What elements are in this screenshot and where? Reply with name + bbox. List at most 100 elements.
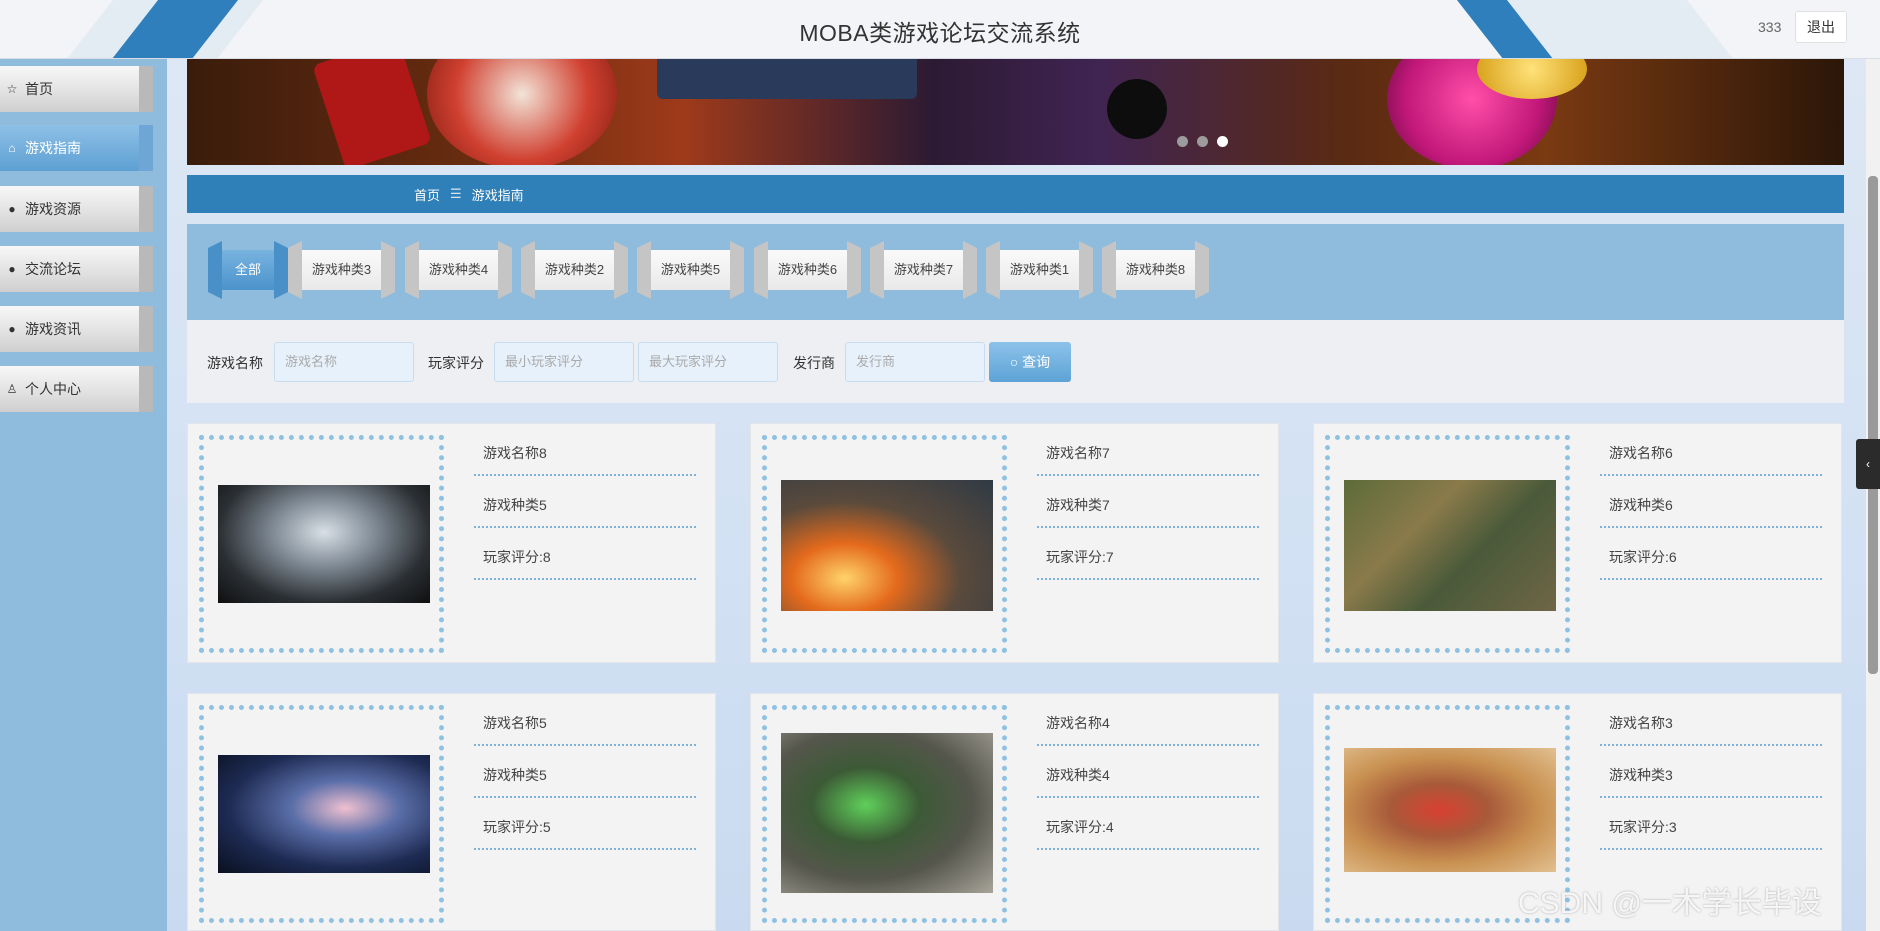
sidebar-item-label: 游戏资讯 <box>25 321 81 337</box>
card-image-frame <box>762 435 1007 653</box>
max-rating-input[interactable]: 最大玩家评分 <box>638 342 778 382</box>
search-button[interactable]: ○ 查询 <box>989 342 1071 382</box>
breadcrumb: 首页 ☰ 游戏指南 <box>187 175 1844 213</box>
game-name: 游戏名称8 <box>474 424 696 476</box>
card-image-frame <box>1325 435 1570 653</box>
sidebar-item-game-news[interactable]: ● 游戏资讯 <box>0 306 153 352</box>
game-name-label: 游戏名称 <box>207 355 263 371</box>
tab-category[interactable]: 游戏种类4 <box>405 241 512 299</box>
tab-label: 游戏种类1 <box>1000 250 1079 290</box>
bag-icon: ⌂ <box>8 141 16 155</box>
tab-label: 游戏种类6 <box>768 250 847 290</box>
game-rating: 玩家评分:8 <box>474 528 696 580</box>
tab-category[interactable]: 游戏种类1 <box>986 241 1093 299</box>
tab-category[interactable]: 游戏种类2 <box>521 241 628 299</box>
publisher-input[interactable]: 发行商 <box>845 342 985 382</box>
game-image[interactable] <box>218 755 430 873</box>
collapse-toggle-button[interactable]: ‹ <box>1856 439 1880 489</box>
game-category: 游戏种类6 <box>1600 476 1822 528</box>
game-card[interactable]: 游戏名称6 游戏种类6 玩家评分:6 <box>1313 423 1842 663</box>
game-name: 游戏名称7 <box>1037 424 1259 476</box>
search-button-label: 查询 <box>1022 354 1051 370</box>
sidebar-item-home[interactable]: ☆ 首页 <box>0 66 153 112</box>
game-card[interactable]: 游戏名称4 游戏种类4 玩家评分:4 <box>750 693 1279 931</box>
game-card[interactable]: 游戏名称5 游戏种类5 玩家评分:5 <box>187 693 716 931</box>
rating-label: 玩家评分 <box>428 355 484 371</box>
game-image[interactable] <box>1344 480 1556 611</box>
carousel-dot-active[interactable] <box>1217 136 1228 147</box>
sidebar-item-label: 首页 <box>25 81 53 97</box>
banner-carousel[interactable] <box>187 59 1844 165</box>
tab-category[interactable]: 游戏种类8 <box>1102 241 1209 299</box>
tab-label: 游戏种类2 <box>535 250 614 290</box>
exclamation-icon: ● <box>8 202 16 216</box>
sidebar-item-personal-center[interactable]: ♙ 个人中心 <box>0 366 153 412</box>
top-header: MOBA类游戏论坛交流系统 333 退出 <box>0 0 1880 59</box>
game-image[interactable] <box>781 733 993 893</box>
min-rating-input[interactable]: 最小玩家评分 <box>494 342 634 382</box>
category-tabs: 全部 游戏种类3 游戏种类4 游戏种类2 游戏种类5 游戏种类6 游戏种类7 游… <box>187 224 1844 320</box>
game-name: 游戏名称4 <box>1037 694 1259 746</box>
search-bar: 游戏名称 游戏名称 玩家评分 最小玩家评分 最大玩家评分 发行商 发行商 ○ 查… <box>187 320 1844 403</box>
tab-label: 游戏种类7 <box>884 250 963 290</box>
game-category: 游戏种类3 <box>1600 746 1822 798</box>
sidebar-item-label: 游戏资源 <box>25 201 81 217</box>
question-icon: ● <box>8 262 16 276</box>
tab-label: 游戏种类8 <box>1116 250 1195 290</box>
game-category: 游戏种类5 <box>474 476 696 528</box>
star-icon: ☆ <box>6 82 18 96</box>
tab-category[interactable]: 游戏种类5 <box>637 241 744 299</box>
game-image[interactable] <box>218 485 430 603</box>
game-name: 游戏名称3 <box>1600 694 1822 746</box>
sidebar-item-game-resources[interactable]: ● 游戏资源 <box>0 186 153 232</box>
search-icon: ○ <box>1009 354 1019 370</box>
game-image[interactable] <box>1344 748 1556 872</box>
breadcrumb-home[interactable]: 首页 <box>414 185 440 204</box>
game-rating: 玩家评分:5 <box>474 798 696 850</box>
game-name-input[interactable]: 游戏名称 <box>274 342 414 382</box>
game-name: 游戏名称5 <box>474 694 696 746</box>
sidebar-item-game-guide[interactable]: ⌂ 游戏指南 <box>0 125 153 171</box>
banner-art <box>312 59 432 165</box>
card-image-frame <box>199 435 444 653</box>
username[interactable]: 333 <box>1758 19 1781 35</box>
game-image[interactable] <box>781 480 993 611</box>
banner-art <box>657 59 917 99</box>
sidebar: ☆ 首页 ⌂ 游戏指南 ● 游戏资源 ● 交流论坛 ● 游戏资讯 ♙ 个人中心 <box>0 59 167 931</box>
breadcrumb-current: 游戏指南 <box>471 187 524 203</box>
sidebar-item-label: 游戏指南 <box>25 140 81 156</box>
tab-category[interactable]: 游戏种类7 <box>870 241 977 299</box>
info-icon: ● <box>8 322 16 336</box>
site-title: MOBA类游戏论坛交流系统 <box>799 20 1081 46</box>
watermark: CSDN @一木学长毕设 <box>1518 887 1822 920</box>
carousel-dot[interactable] <box>1197 136 1208 147</box>
user-icon: ♙ <box>6 382 18 396</box>
breadcrumb-separator-icon: ☰ <box>450 186 462 201</box>
logout-button[interactable]: 退出 <box>1795 11 1847 43</box>
chevron-left-icon: ‹ <box>1866 457 1870 471</box>
card-image-frame <box>199 705 444 923</box>
tab-label: 全部 <box>222 250 274 290</box>
game-rating: 玩家评分:7 <box>1037 528 1259 580</box>
game-rating: 玩家评分:4 <box>1037 798 1259 850</box>
banner-art <box>427 59 617 165</box>
carousel-dot[interactable] <box>1177 136 1188 147</box>
banner-art <box>1107 79 1167 139</box>
tab-label: 游戏种类4 <box>419 250 498 290</box>
carousel-indicators <box>1177 136 1228 147</box>
tab-label: 游戏种类5 <box>651 250 730 290</box>
tab-all[interactable]: 全部 <box>208 241 288 299</box>
sidebar-item-label: 交流论坛 <box>25 261 81 277</box>
game-card[interactable]: 游戏名称7 游戏种类7 玩家评分:7 <box>750 423 1279 663</box>
game-name: 游戏名称6 <box>1600 424 1822 476</box>
vertical-scrollbar[interactable] <box>1866 59 1880 931</box>
game-card[interactable]: 游戏名称8 游戏种类5 玩家评分:8 <box>187 423 716 663</box>
card-image-frame <box>762 705 1007 923</box>
sidebar-item-label: 个人中心 <box>25 381 81 397</box>
scrollbar-thumb[interactable] <box>1868 176 1878 674</box>
tab-category[interactable]: 游戏种类3 <box>288 241 395 299</box>
tab-category[interactable]: 游戏种类6 <box>754 241 861 299</box>
game-category: 游戏种类7 <box>1037 476 1259 528</box>
publisher-label: 发行商 <box>793 355 835 371</box>
sidebar-item-forum[interactable]: ● 交流论坛 <box>0 246 153 292</box>
